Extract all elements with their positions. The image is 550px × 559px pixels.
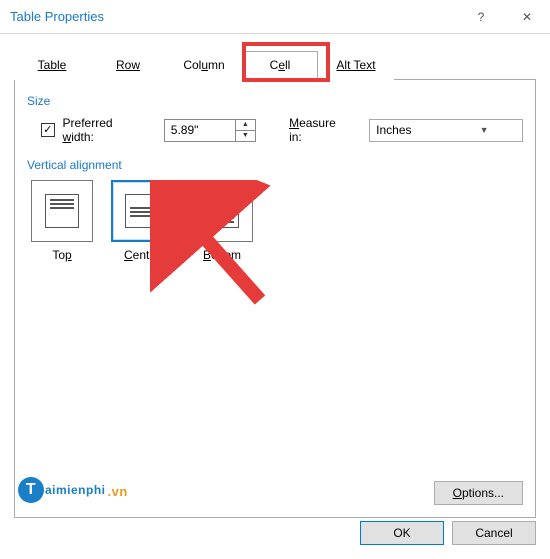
- dialog-content: Table Row Column Cell Alt Text Size ✓ Pr…: [0, 34, 550, 532]
- cancel-button[interactable]: Cancel: [452, 521, 536, 545]
- valign-bottom[interactable]: Bottom: [191, 180, 253, 262]
- watermark: Taimienphi.vn: [18, 477, 128, 503]
- tab-column-label: Column: [183, 58, 224, 72]
- valign-top-label: Top: [31, 248, 93, 262]
- measure-in-combo[interactable]: Inches ▼: [369, 119, 523, 142]
- tab-cell[interactable]: Cell: [242, 51, 318, 80]
- preferred-width-input[interactable]: [165, 120, 235, 141]
- tab-table[interactable]: Table: [14, 51, 90, 80]
- tab-column[interactable]: Column: [166, 51, 242, 80]
- spinner-up-icon[interactable]: ▲: [236, 120, 255, 131]
- preferred-width-label: Preferred width:: [63, 116, 144, 144]
- dialog-footer: OK Cancel: [14, 521, 536, 545]
- valign-row: Top Center Bottom: [31, 180, 523, 262]
- tab-alttext[interactable]: Alt Text: [318, 51, 394, 80]
- valign-center-icon: [125, 194, 159, 228]
- watermark-suffix: .vn: [108, 484, 128, 499]
- watermark-logo-icon: T: [18, 477, 44, 503]
- titlebar: Table Properties ? ✕: [0, 0, 550, 34]
- preferred-width-row: ✓ Preferred width: ▲ ▼ Measure in: Inche…: [41, 116, 523, 144]
- tab-row[interactable]: Row: [90, 51, 166, 80]
- spinner-down-icon[interactable]: ▼: [236, 131, 255, 141]
- measure-in-value: Inches: [370, 123, 446, 137]
- tab-strip: Table Row Column Cell Alt Text: [14, 50, 536, 80]
- valign-bottom-icon: [205, 194, 239, 228]
- valign-center-label: Center: [111, 248, 173, 262]
- help-button[interactable]: ?: [458, 0, 504, 34]
- chevron-down-icon: ▼: [446, 125, 522, 135]
- tab-row-label: Row: [116, 58, 140, 72]
- tab-table-label: Table: [38, 58, 67, 72]
- valign-center[interactable]: Center: [111, 180, 173, 262]
- spinner-arrows[interactable]: ▲ ▼: [235, 120, 255, 141]
- options-button[interactable]: Options...: [434, 481, 523, 505]
- valign-top[interactable]: Top: [31, 180, 93, 262]
- tab-alttext-label: Alt Text: [336, 58, 375, 72]
- close-button[interactable]: ✕: [504, 0, 550, 34]
- preferred-width-checkbox[interactable]: ✓: [41, 123, 55, 137]
- window-title: Table Properties: [10, 9, 458, 24]
- valign-section-label: Vertical alignment: [27, 158, 523, 172]
- valign-bottom-label: Bottom: [191, 248, 253, 262]
- preferred-width-spinner[interactable]: ▲ ▼: [164, 119, 256, 142]
- tab-cell-label: Cell: [270, 58, 291, 72]
- tab-pane-cell: Size ✓ Preferred width: ▲ ▼ Measure in: …: [14, 80, 536, 518]
- ok-button[interactable]: OK: [360, 521, 444, 545]
- size-section-label: Size: [27, 94, 523, 108]
- watermark-text: aimienphi: [45, 483, 106, 497]
- valign-top-icon: [45, 194, 79, 228]
- measure-in-label: Measure in:: [289, 116, 349, 144]
